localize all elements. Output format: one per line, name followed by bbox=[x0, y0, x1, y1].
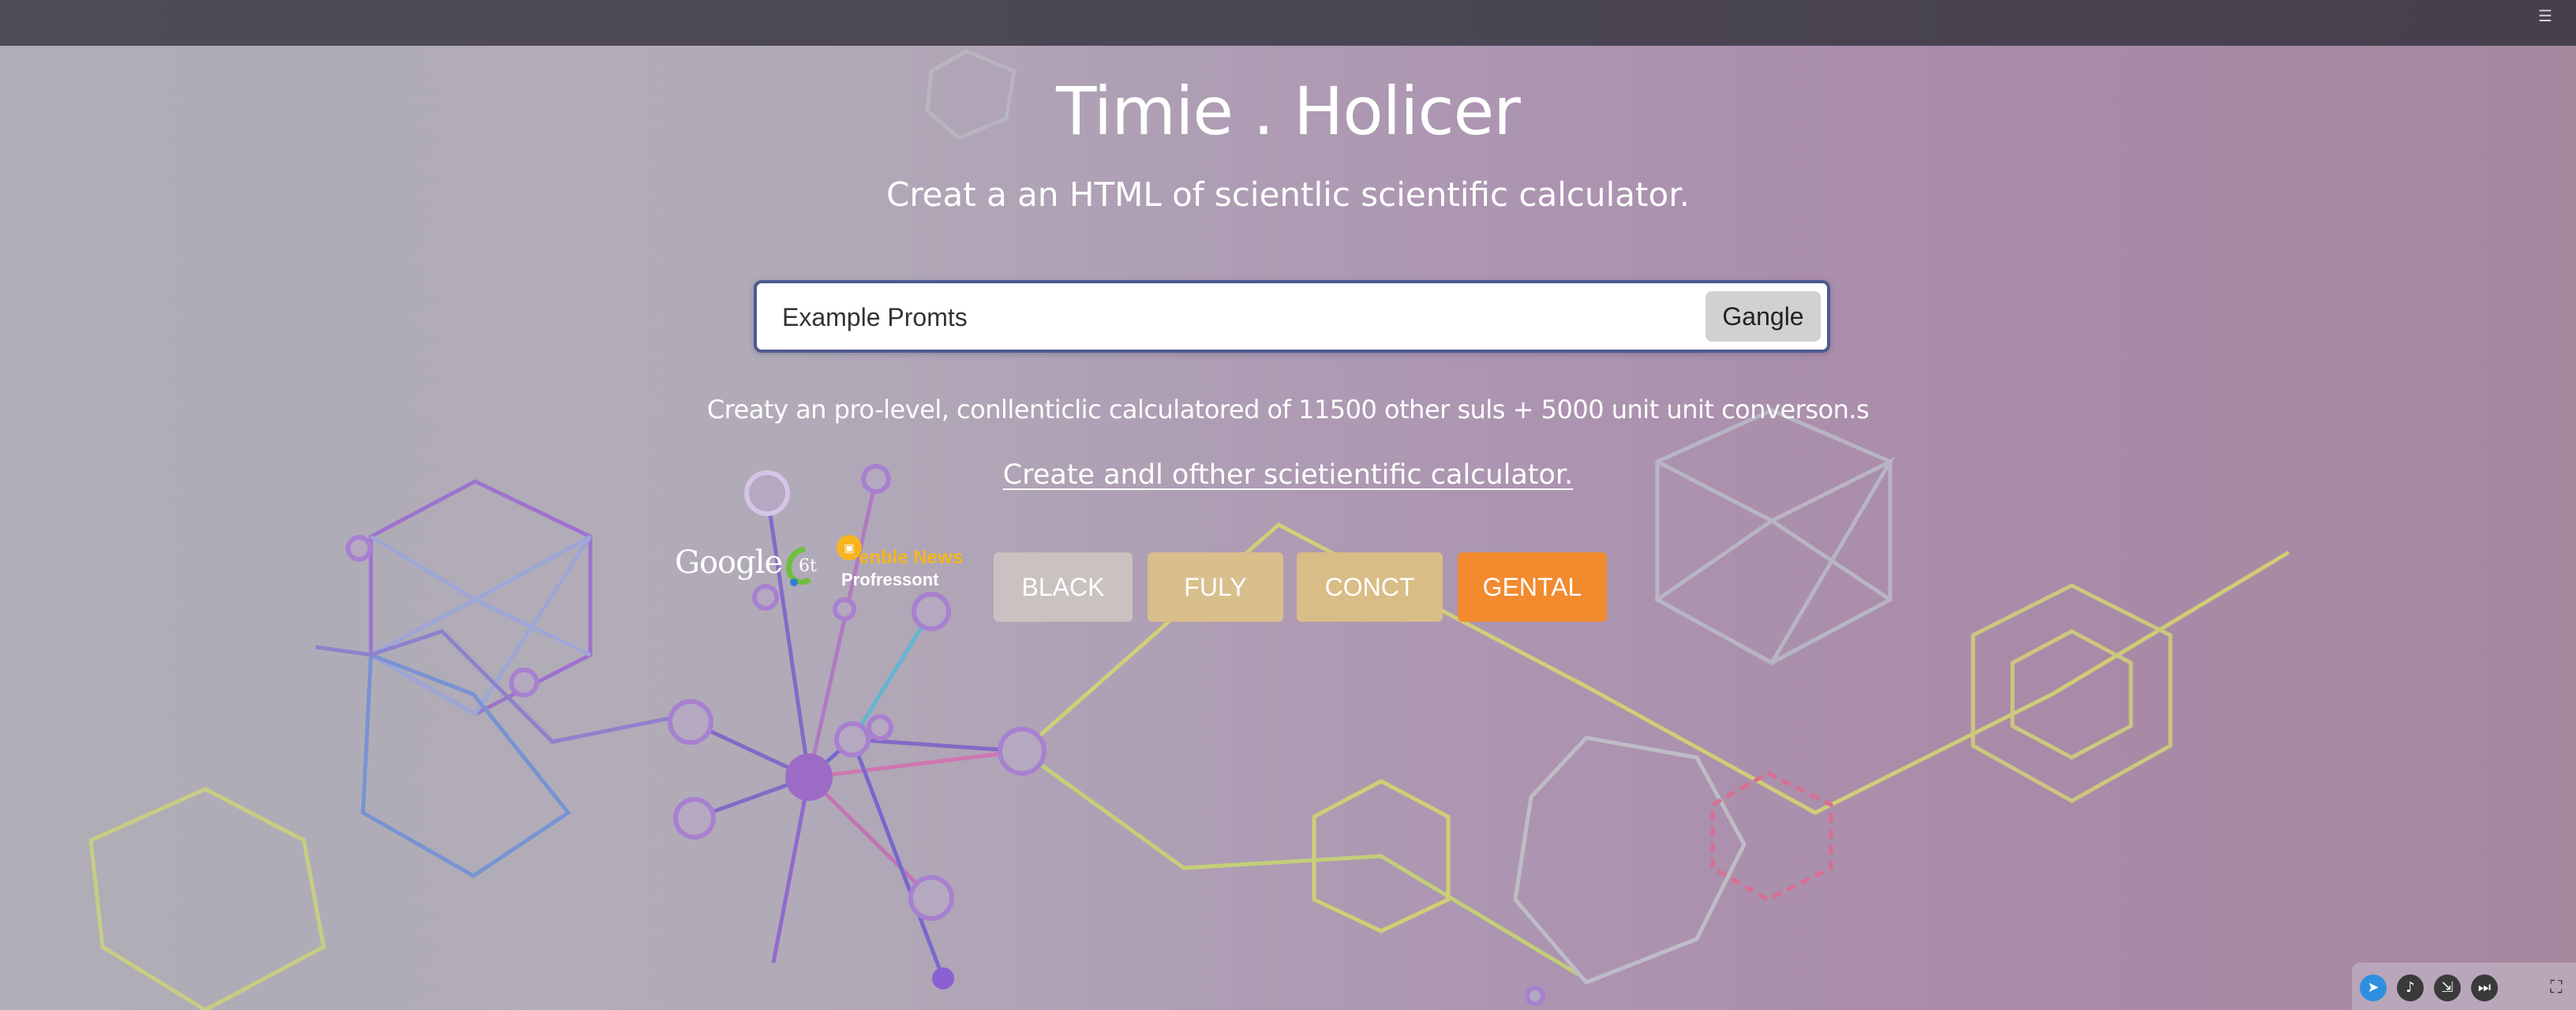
chip-gental-button[interactable]: GENTAL bbox=[1458, 552, 1607, 622]
calculator-link: Create andl ofther scietientific calcula… bbox=[0, 459, 2576, 491]
news-label: enble News bbox=[859, 547, 964, 568]
page-title: Timie . Holicer bbox=[1056, 73, 1521, 150]
hamburger-menu-icon[interactable]: ☰ bbox=[2538, 8, 2552, 24]
description-text: Creaty an pro-level, conllenticlic calcu… bbox=[706, 395, 1870, 425]
search-bar: Gangle bbox=[754, 280, 1830, 353]
network-background-graphic bbox=[88, 49, 2290, 1010]
skip-icon[interactable]: ⏭ bbox=[2471, 974, 2498, 1001]
apps-grid-icon[interactable]: ⛶ bbox=[2544, 976, 2568, 1000]
page: ☰ Timie . Holicer Creat a an HTML of sci… bbox=[0, 0, 2576, 1010]
google-6th-mark-icon: 6th bbox=[786, 546, 818, 586]
compass-icon[interactable]: ➤ bbox=[2360, 974, 2387, 1001]
page-subtitle: Creat a an HTML of scientlic scientific … bbox=[886, 175, 1690, 214]
bottom-dock: ➤ ♪ ⇲ ⏭ ⛶ bbox=[2352, 963, 2576, 1010]
google-suffix-text: 6th bbox=[799, 556, 818, 576]
search-button[interactable]: Gangle bbox=[1705, 291, 1821, 342]
download-icon[interactable]: ⇲ bbox=[2434, 974, 2461, 1001]
chip-black-button[interactable]: BLACK bbox=[994, 552, 1133, 622]
news-sub-label: Profressont bbox=[841, 570, 939, 589]
top-bar: ☰ bbox=[0, 0, 2576, 46]
chip-conct-button[interactable]: CONCT bbox=[1297, 552, 1443, 622]
chip-fuly-button[interactable]: FULY bbox=[1148, 552, 1283, 622]
calculator-link-text[interactable]: Create andl ofther scietientific calcula… bbox=[1003, 459, 1573, 491]
music-note-icon[interactable]: ♪ bbox=[2397, 974, 2424, 1001]
google-logo: Google bbox=[675, 544, 783, 581]
search-input[interactable] bbox=[781, 290, 1652, 345]
